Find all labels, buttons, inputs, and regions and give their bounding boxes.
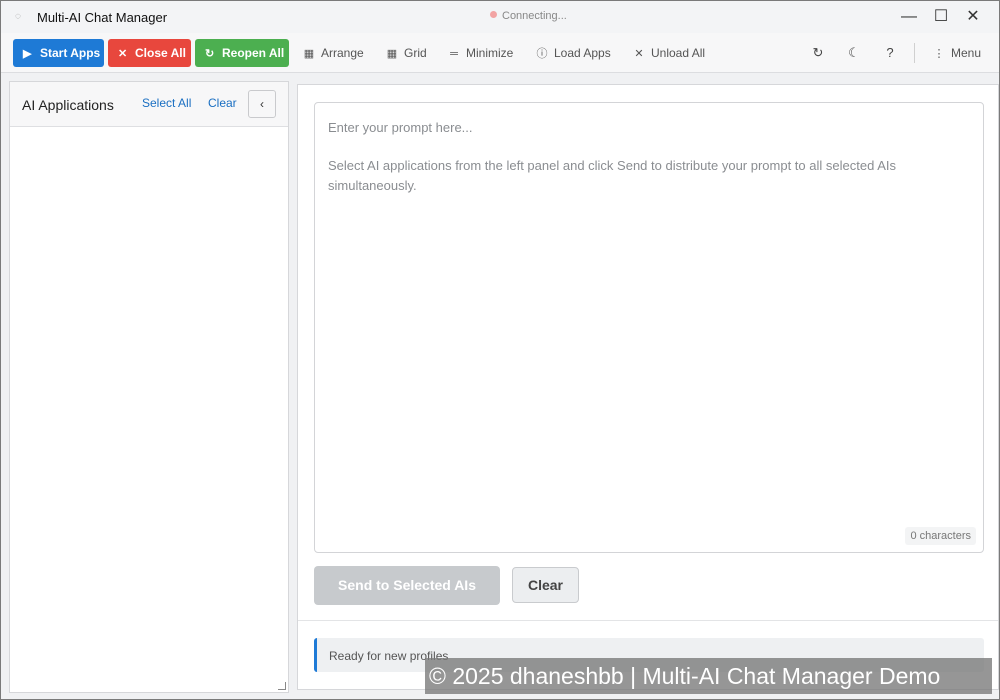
prompt-placeholder: Enter your prompt here... xyxy=(328,120,473,135)
panel-header: AI Applications Select All Clear ‹ xyxy=(10,82,288,127)
close-all-label: Close All xyxy=(135,46,186,60)
clear-prompt-button[interactable]: Clear xyxy=(512,567,579,603)
close-all-button[interactable]: ✕ Close All xyxy=(108,39,191,67)
menu-button[interactable]: ⋮ Menu xyxy=(933,39,982,67)
more-vertical-icon: ⋮ xyxy=(933,48,945,60)
start-apps-label: Start Apps xyxy=(40,46,101,60)
minimize-button[interactable]: ═ Minimize xyxy=(448,39,513,67)
info-icon: ⓘ xyxy=(536,48,548,60)
connection-status-text: Connecting... xyxy=(502,10,567,22)
window-title: Multi-AI Chat Manager xyxy=(37,10,168,25)
load-apps-button[interactable]: ⓘ Load Apps xyxy=(536,39,611,67)
grid-icon: ▦ xyxy=(386,48,398,60)
arrange-button[interactable]: ▦ Arrange xyxy=(303,39,364,67)
status-dot-icon xyxy=(490,11,497,18)
resize-grip-icon[interactable] xyxy=(278,682,286,690)
x-icon: ✕ xyxy=(118,48,128,60)
panel-title: AI Applications xyxy=(22,97,114,113)
window-minimize-button[interactable]: — xyxy=(894,5,924,29)
ai-applications-panel: AI Applications Select All Clear ‹ xyxy=(9,81,289,693)
panel-divider xyxy=(298,620,998,621)
unload-all-label: Unload All xyxy=(651,46,706,60)
connection-status: Connecting... xyxy=(490,10,567,22)
toolbar-separator xyxy=(914,43,915,63)
chevron-left-icon: ‹ xyxy=(260,97,264,111)
minimize-label: Minimize xyxy=(466,46,514,60)
reopen-all-label: Reopen All xyxy=(222,46,285,60)
menu-label: Menu xyxy=(951,46,982,60)
send-to-selected-button[interactable]: Send to Selected AIs xyxy=(314,566,500,605)
start-apps-button[interactable]: ▶ Start Apps xyxy=(13,39,104,67)
refresh-icon[interactable]: ↻ xyxy=(808,43,828,63)
load-apps-label: Load Apps xyxy=(554,46,611,60)
toolbar: ▶ Start Apps ✕ Close All ↻ Reopen All ▦ Arra… xyxy=(1,33,999,73)
play-icon: ▶ xyxy=(23,48,32,60)
refresh-icon: ↻ xyxy=(205,48,215,60)
x-icon: ✕ xyxy=(634,48,644,60)
title-bar: ◌ Multi-AI Chat Manager Connecting... — … xyxy=(1,1,999,33)
select-all-link[interactable]: Select All xyxy=(142,96,191,110)
grid-label: Grid xyxy=(404,46,427,60)
prompt-panel: Enter your prompt here... Select AI appl… xyxy=(297,84,999,690)
moon-icon[interactable]: ☾ xyxy=(844,43,864,63)
reopen-all-button[interactable]: ↻ Reopen All xyxy=(195,39,289,67)
window-close-button[interactable]: ✕ xyxy=(958,5,988,29)
grid-button[interactable]: ▦ Grid xyxy=(386,39,427,67)
character-count: 0 characters xyxy=(905,527,976,545)
minimize-icon: ═ xyxy=(450,48,458,60)
collapse-panel-button[interactable]: ‹ xyxy=(248,90,276,118)
app-icon: ◌ xyxy=(15,11,21,22)
help-icon[interactable]: ? xyxy=(880,43,900,63)
arrange-label: Arrange xyxy=(321,46,364,60)
unload-all-button[interactable]: ✕ Unload All xyxy=(633,39,705,67)
prompt-help-text: Select AI applications from the left pan… xyxy=(328,158,896,193)
grid-icon: ▦ xyxy=(303,48,315,60)
app-window: ◌ Multi-AI Chat Manager Connecting... — … xyxy=(0,0,1000,700)
watermark: © 2025 dhaneshbb | Multi-AI Chat Manager… xyxy=(425,658,992,694)
prompt-input[interactable]: Enter your prompt here... Select AI appl… xyxy=(314,102,984,553)
window-maximize-button[interactable]: ☐ xyxy=(926,5,956,29)
clear-selection-link[interactable]: Clear xyxy=(208,96,237,110)
